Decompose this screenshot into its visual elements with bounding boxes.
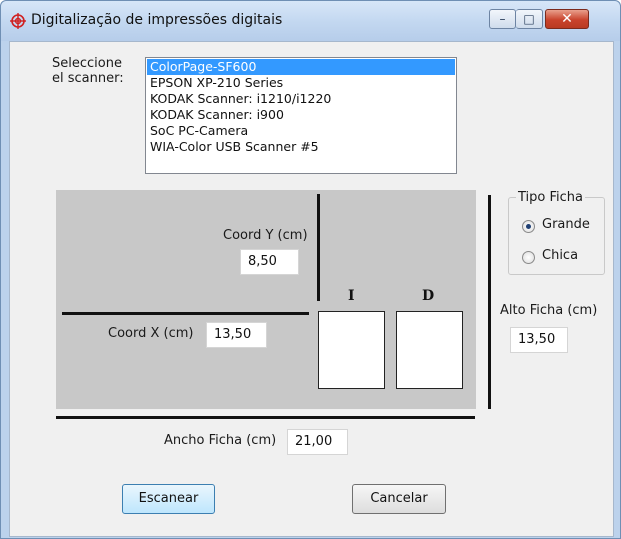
- right-finger-letter: D: [422, 288, 435, 304]
- alto-ficha-label: Alto Ficha (cm): [500, 303, 598, 318]
- radio-grande[interactable]: [522, 220, 535, 233]
- scanner-listbox[interactable]: ColorPage-SF600 EPSON XP-210 Series KODA…: [145, 57, 457, 174]
- tipo-ficha-title: Tipo Ficha: [516, 190, 585, 205]
- cancel-button[interactable]: Cancelar: [352, 484, 446, 514]
- minimize-button[interactable]: –: [489, 9, 516, 29]
- minimize-icon: –: [499, 12, 506, 26]
- scanner-label: Seleccione el scanner:: [52, 56, 124, 86]
- tipo-ficha-group: [508, 197, 605, 275]
- maximize-icon: □: [523, 12, 535, 26]
- ancho-ficha-label: Ancho Ficha (cm): [164, 433, 277, 448]
- ancho-ficha-input[interactable]: 21,00: [287, 429, 348, 455]
- radio-chica-label[interactable]: Chica: [542, 248, 578, 263]
- window-title: Digitalização de impressões digitais: [31, 12, 283, 28]
- scanner-option[interactable]: KODAK Scanner: i900: [147, 107, 455, 123]
- scan-button[interactable]: Escanear: [122, 484, 215, 514]
- right-finger-box: [396, 311, 463, 389]
- fingerprint-target-icon: [10, 13, 26, 29]
- radio-grande-label[interactable]: Grande: [542, 217, 590, 232]
- scanner-option[interactable]: EPSON XP-210 Series: [147, 75, 455, 91]
- scanner-option[interactable]: ColorPage-SF600: [147, 59, 455, 75]
- left-finger-letter: I: [348, 288, 355, 304]
- card-width-bar: [56, 416, 475, 419]
- coord-x-label: Coord X (cm): [108, 326, 194, 341]
- scanner-dialog-window: Digitalização de impressões digitais – □…: [0, 0, 621, 539]
- x-axis-divider: [62, 312, 309, 315]
- scanner-option[interactable]: SoC PC-Camera: [147, 123, 455, 139]
- maximize-button[interactable]: □: [516, 9, 543, 29]
- left-finger-box: [318, 311, 385, 389]
- alto-ficha-input[interactable]: 13,50: [510, 327, 568, 353]
- title-bar[interactable]: Digitalização de impressões digitais – □…: [1, 1, 620, 41]
- coord-y-input[interactable]: 8,50: [240, 249, 299, 275]
- radio-chica[interactable]: [522, 251, 535, 264]
- y-axis-divider: [317, 194, 320, 301]
- coord-x-input[interactable]: 13,50: [206, 322, 267, 348]
- scanner-option[interactable]: WIA-Color USB Scanner #5: [147, 139, 455, 155]
- scanner-option[interactable]: KODAK Scanner: i1210/i1220: [147, 91, 455, 107]
- close-button[interactable]: ✕: [545, 9, 589, 29]
- coord-y-label: Coord Y (cm): [223, 228, 308, 243]
- card-height-bar: [488, 195, 491, 409]
- close-icon: ✕: [561, 11, 573, 27]
- radio-selected-dot-icon: [526, 224, 531, 229]
